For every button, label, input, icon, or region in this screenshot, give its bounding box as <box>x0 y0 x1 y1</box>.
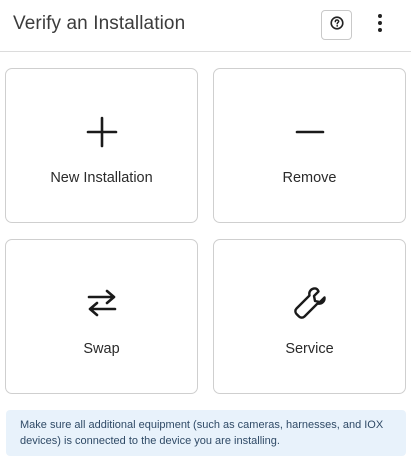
wrench-icon <box>214 285 405 321</box>
info-notice: Make sure all additional equipment (such… <box>6 410 406 456</box>
card-label-new-installation: New Installation <box>50 170 153 186</box>
question-circle-icon <box>329 15 344 35</box>
service-card[interactable]: Service <box>213 239 406 394</box>
page-title: Verify an Installation <box>13 13 186 34</box>
remove-card[interactable]: Remove <box>213 68 406 223</box>
new-installation-card[interactable]: New Installation <box>5 68 198 223</box>
help-button[interactable] <box>321 10 352 40</box>
notice-text: Make sure all additional equipment (such… <box>20 419 384 447</box>
card-label-service: Service <box>285 341 334 357</box>
swap-arrows-icon <box>6 285 197 321</box>
app-header: Verify an Installation <box>0 0 411 52</box>
plus-icon <box>6 114 197 150</box>
more-options-button[interactable] <box>369 12 391 38</box>
vertical-dots-icon <box>377 13 383 38</box>
card-label-remove: Remove <box>282 170 337 186</box>
minus-icon <box>214 114 405 150</box>
swap-card[interactable]: Swap <box>5 239 198 394</box>
card-label-swap: Swap <box>83 341 120 357</box>
